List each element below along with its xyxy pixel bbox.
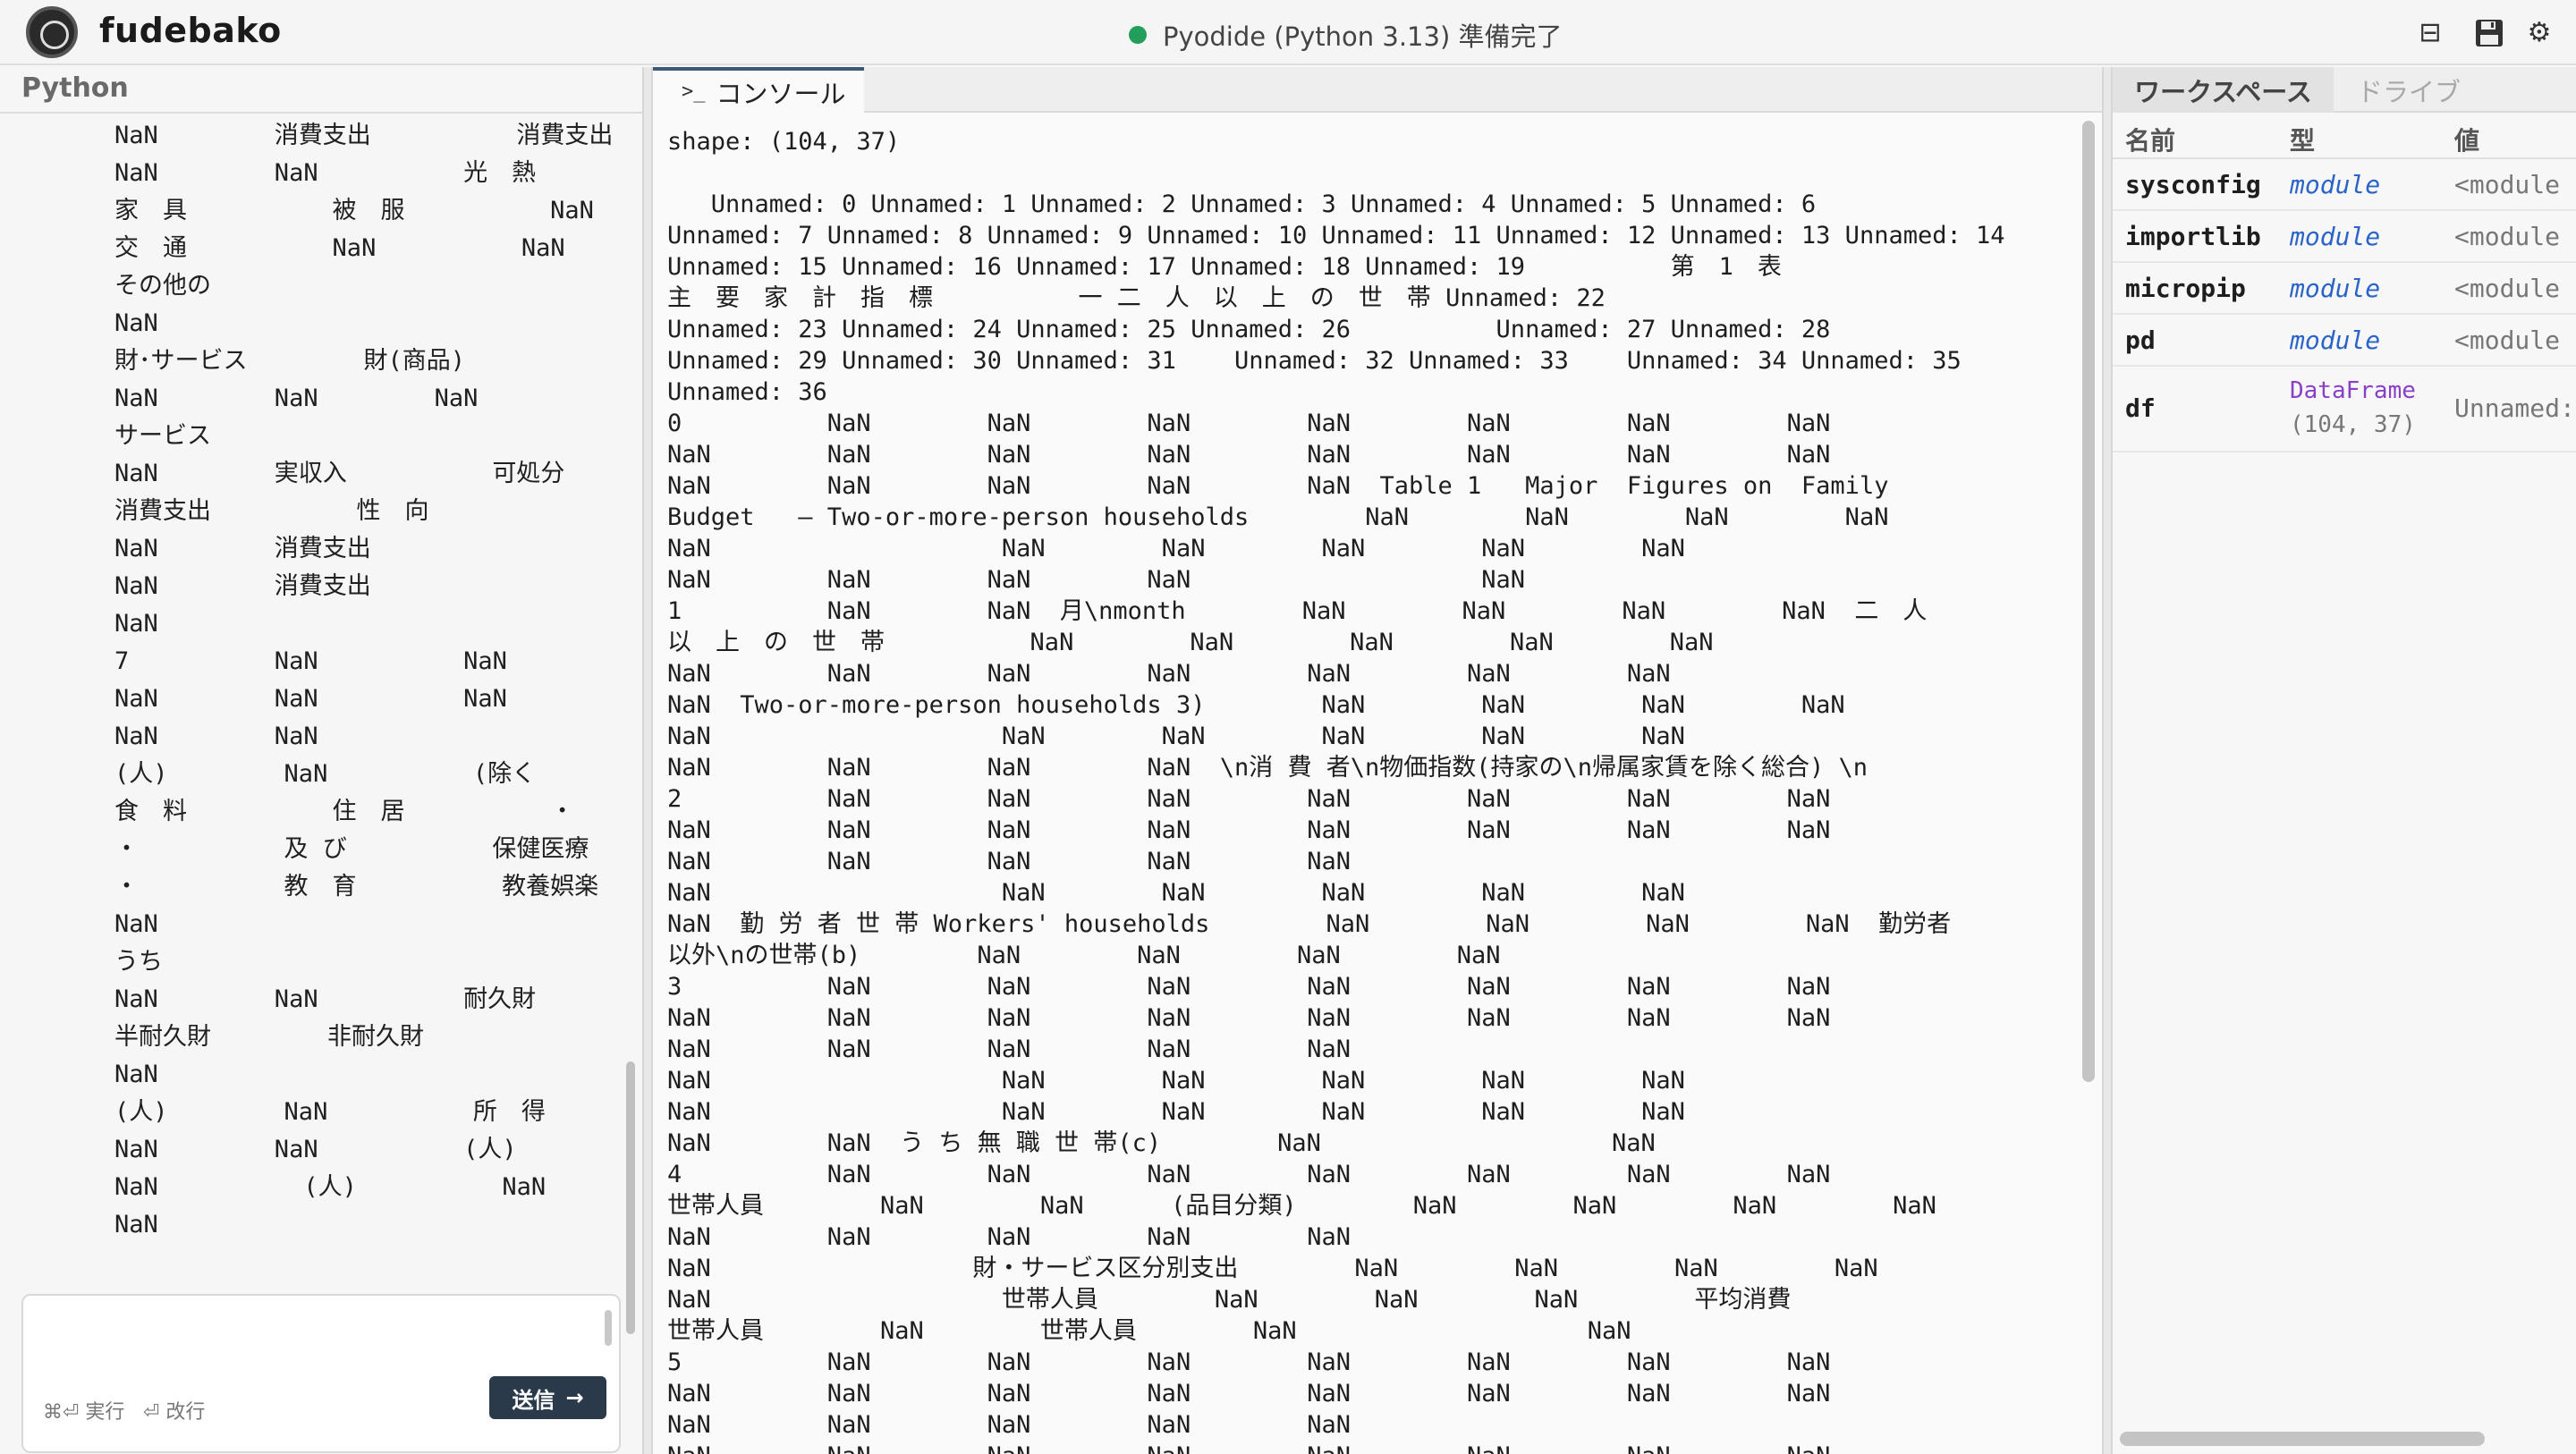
variable-name: importlib <box>2125 222 2261 251</box>
variable-name: micropip <box>2125 274 2246 303</box>
column-header-value: 値 <box>2454 126 2480 156</box>
tab-console-label: コンソール <box>716 78 846 109</box>
runtime-status: Pyodide (Python 3.13) 準備完了 <box>1129 16 1562 54</box>
variable-name: df <box>2125 393 2156 423</box>
variable-value: <module <box>2454 274 2561 303</box>
right-panel-resize-handle[interactable] <box>2102 67 2113 1454</box>
variable-value: <module <box>2454 325 2561 355</box>
variable-value: <module <box>2454 222 2561 251</box>
save-icon[interactable] <box>2474 18 2504 48</box>
code-input[interactable]: ⌘⏎ 実行 ⏎ 改行 送信 → <box>21 1294 621 1453</box>
console-tabbar: >_ コンソール <box>653 67 2102 113</box>
tab-drive[interactable]: ドライブ <box>2334 67 2484 113</box>
workspace-row[interactable]: importlib module <module <box>2113 211 2576 263</box>
settings-icon[interactable]: ⚙ <box>2524 18 2555 48</box>
variable-type: module <box>2290 222 2381 251</box>
workspace-table-header: 名前 型 値 <box>2113 113 2576 159</box>
variable-type: module <box>2290 170 2381 199</box>
workspace-row[interactable]: sysconfig module <module <box>2113 159 2576 211</box>
variable-value: <module <box>2454 170 2561 199</box>
workspace-panel: ワークスペース ドライブ 名前 型 値 sysconfig module <mo… <box>2113 67 2576 1454</box>
send-button[interactable]: 送信 → <box>489 1376 606 1419</box>
variable-type: module <box>2290 274 2381 303</box>
python-panel-title: Python <box>21 72 129 104</box>
run-shortcut-hint: ⌘⏎ 実行 <box>43 1401 125 1424</box>
python-panel-divider <box>0 112 642 114</box>
workspace-tabbar: ワークスペース ドライブ <box>2113 67 2576 113</box>
workspace-horizontal-scrollbar[interactable] <box>2120 1432 2485 1446</box>
workspace-row[interactable]: df DataFrame (104, 37) Unnamed: <box>2113 367 2576 452</box>
send-button-label: 送信 <box>512 1387 555 1413</box>
newline-shortcut-hint: ⏎ 改行 <box>143 1401 206 1424</box>
app-title: fudebako <box>99 11 282 50</box>
variable-value: Unnamed: <box>2454 393 2575 423</box>
layout-icon[interactable]: ⊟ <box>2415 18 2445 48</box>
variable-name: sysconfig <box>2125 170 2261 199</box>
terminal-icon: >_ <box>682 80 706 103</box>
arrow-right-icon: → <box>565 1385 584 1410</box>
variable-type: module <box>2290 325 2381 355</box>
status-text: Pyodide (Python 3.13) 準備完了 <box>1163 21 1563 52</box>
column-header-type: 型 <box>2290 126 2316 156</box>
column-header-name: 名前 <box>2125 126 2176 156</box>
python-output-scrollbar[interactable] <box>626 1061 635 1334</box>
workspace-row[interactable]: pd module <module <box>2113 315 2576 367</box>
tab-console[interactable]: >_ コンソール <box>653 67 864 113</box>
app-logo-icon <box>26 6 78 58</box>
python-output: NaN 消費支出 消費支出 NaN NaN 光 熱 家 具 被 服 NaN 交 … <box>114 122 614 1238</box>
variable-type: DataFrame <box>2290 377 2416 404</box>
variable-name: pd <box>2125 325 2156 355</box>
python-panel: Python NaN 消費支出 消費支出 NaN NaN 光 熱 家 具 被 服… <box>0 67 642 1454</box>
app-header: fudebako Pyodide (Python 3.13) 準備完了 ⊟ ⚙ <box>0 0 2576 65</box>
code-input-scrollbar[interactable] <box>605 1310 612 1346</box>
variable-shape: (104, 37) <box>2290 411 2416 438</box>
left-panel-resize-handle[interactable] <box>642 67 653 1454</box>
console-scrollbar[interactable] <box>2082 121 2095 1082</box>
tab-workspace[interactable]: ワークスペース <box>2113 67 2334 113</box>
workspace-row[interactable]: micropip module <module <box>2113 263 2576 315</box>
console-output: shape: (104, 37) Unnamed: 0 Unnamed: 1 U… <box>667 128 2005 1454</box>
console-panel: >_ コンソール shape: (104, 37) Unnamed: 0 Unn… <box>653 67 2102 1454</box>
status-dot-icon <box>1129 26 1147 44</box>
